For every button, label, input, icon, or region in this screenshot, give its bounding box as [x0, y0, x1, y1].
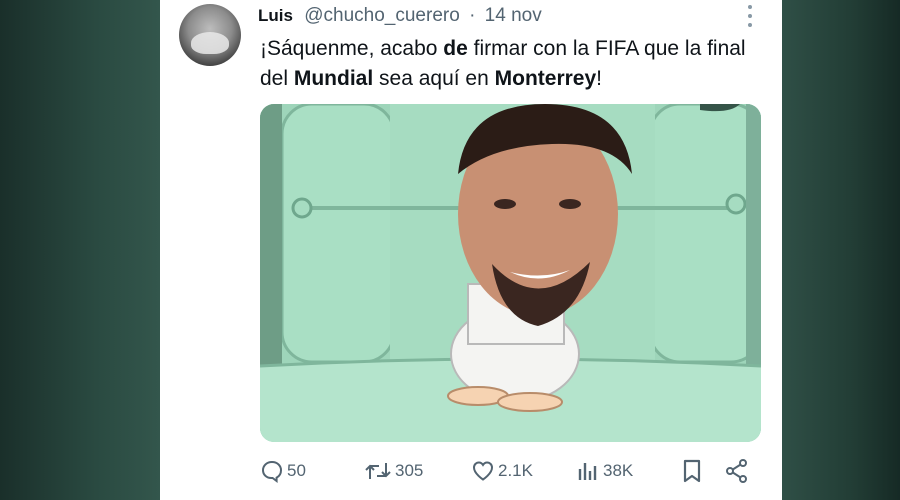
repost-count: 305: [395, 461, 424, 480]
like-button[interactable]: 2.1K: [471, 456, 533, 486]
tweet-text-bold: Mundial: [293, 67, 374, 90]
background-left-panel: [0, 0, 160, 500]
reply-button[interactable]: 50: [260, 456, 306, 486]
tweet-date[interactable]: 14 nov: [485, 5, 542, 26]
tweet-actions-bar: 50 305 2.1K 38K: [260, 456, 760, 486]
reply-count: 50: [287, 461, 306, 480]
tweet-media-image[interactable]: [260, 104, 761, 442]
repost-button[interactable]: 305: [364, 456, 423, 486]
reply-icon: [261, 460, 283, 483]
views-button[interactable]: 38K: [576, 456, 633, 486]
share-icon: [726, 459, 747, 483]
avatar[interactable]: [179, 4, 241, 66]
tweet-text: ¡Sáquenme, acabo de firmar con la FIFA q…: [260, 34, 760, 94]
tweet-header: Luis @chucho_cuerero · 14 nov: [258, 4, 542, 28]
tweet-text-part: sea aquí en: [373, 67, 495, 90]
views-count: 38K: [603, 461, 634, 480]
share-button[interactable]: [724, 456, 750, 486]
heart-icon: [472, 461, 494, 481]
tweet-text-part: !: [596, 67, 602, 90]
tweet-text-bold: Monterrey: [494, 67, 597, 90]
meme-image: [260, 104, 761, 442]
bookmark-button[interactable]: [680, 456, 704, 486]
author-handle[interactable]: @chucho_cuerero: [304, 5, 460, 26]
repost-icon: [365, 463, 391, 479]
bar-chart-icon: [578, 463, 597, 480]
bookmark-icon: [683, 459, 701, 483]
separator-dot: ·: [469, 5, 476, 26]
author-name[interactable]: Luis: [258, 6, 293, 25]
tweet-text-bold: de: [443, 37, 468, 60]
tweet-card[interactable]: Luis @chucho_cuerero · 14 nov ¡Sáquenme,…: [160, 0, 782, 500]
background-right-panel: [782, 0, 900, 500]
more-options-icon[interactable]: [740, 5, 760, 27]
like-count: 2.1K: [498, 461, 533, 480]
tweet-text-part: ¡Sáquenme, acabo: [260, 37, 444, 60]
